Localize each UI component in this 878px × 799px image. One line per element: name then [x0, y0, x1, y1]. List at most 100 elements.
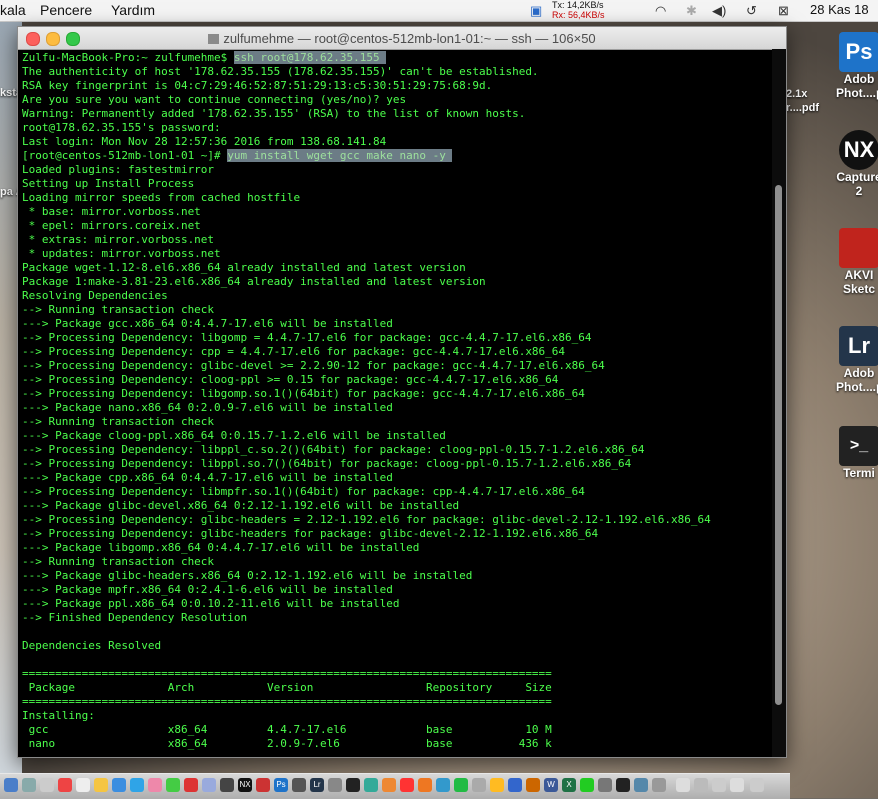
terminal-output[interactable]: Zulfu-MacBook-Pro:~ zulfumehme$ ssh root…: [22, 51, 772, 755]
terminal-line: ---> Package mpfr.x86_64 0:2.4.1-6.el6 w…: [22, 583, 772, 597]
contacts-icon[interactable]: [40, 778, 54, 792]
terminal-line: ---> Package glibc-devel.x86_64 0:2.12-1…: [22, 499, 772, 513]
app-icon-18[interactable]: [652, 778, 666, 792]
app-icon-12[interactable]: [490, 778, 504, 792]
terminal-line: Warning: Permanently added '178.62.35.15…: [22, 107, 772, 121]
terminal-text: Zulfu-MacBook-Pro:~ zulfumehme$: [22, 51, 234, 64]
terminal-line: ---> Package cpp.x86_64 0:4.4.7-17.el6 w…: [22, 471, 772, 485]
mail-icon[interactable]: [112, 778, 126, 792]
word-icon[interactable]: W: [544, 778, 558, 792]
selected-command-text: yum install wget gcc make nano -y: [227, 149, 453, 162]
stack-icon[interactable]: [712, 778, 726, 792]
terminal-line: Resolving Dependencies: [22, 289, 772, 303]
network-monitor-icon[interactable]: ▣: [530, 3, 542, 19]
app-icon-1[interactable]: [202, 778, 216, 792]
desktop-icon-label-2: 2: [855, 184, 863, 198]
scrollbar-thumb[interactable]: [775, 185, 782, 705]
reminders-icon[interactable]: [94, 778, 108, 792]
app-icon-16[interactable]: [598, 778, 612, 792]
opera-icon[interactable]: [400, 778, 414, 792]
net-rx: Rx: 56,4KB/s: [552, 10, 605, 20]
desktop-icon-photoshop-pdf[interactable]: Ps Adob Phot....pdf: [836, 32, 878, 100]
app-icon-11[interactable]: [472, 778, 486, 792]
desktop-icon-capture[interactable]: NX Capture 2: [836, 130, 878, 198]
terminal-text: --> Running transaction check: [22, 303, 215, 316]
terminal-line: --> Processing Dependency: glibc-headers…: [22, 513, 772, 527]
app-icon-6[interactable]: [346, 778, 360, 792]
terminal-line: Package wget-1.12-8.el6.x86_64 already i…: [22, 261, 772, 275]
terminal-text: root@178.62.35.155's password:: [22, 121, 221, 134]
app-icon-14[interactable]: [526, 778, 540, 792]
menu-item-app[interactable]: kala: [0, 2, 26, 18]
music-icon[interactable]: [184, 778, 198, 792]
terminal-text: * updates: mirror.vorboss.net: [22, 247, 221, 260]
desktop-icon-label: Adob: [843, 366, 875, 380]
terminal-line: Dependencies Resolved: [22, 639, 772, 653]
downloads-stack-icon[interactable]: [676, 778, 690, 792]
desktop-icon-label-2: Phot....pdf: [836, 86, 878, 100]
excel-icon[interactable]: X: [562, 778, 576, 792]
akvis-icon: [839, 228, 878, 268]
lightroom-dock-icon[interactable]: Lr: [310, 778, 324, 792]
desktop-icon-lightroom-pdf[interactable]: Lr Adob Phot....pdf: [836, 326, 878, 394]
desktop-file-label[interactable]: 2.1x r....pdf: [786, 87, 819, 115]
menu-item-help[interactable]: Yardım: [111, 2, 155, 18]
trash-icon[interactable]: [750, 778, 764, 792]
volume-icon[interactable]: ◀): [712, 3, 726, 19]
firefox-icon[interactable]: [418, 778, 432, 792]
terminal-text: ---> Package libgomp.x86_64 0:4.4.7-17.e…: [22, 541, 420, 554]
launchpad-icon[interactable]: [22, 778, 36, 792]
finder-icon[interactable]: [4, 778, 18, 792]
desktop-icon-label: Termi: [843, 466, 875, 480]
stack-icon-2[interactable]: [730, 778, 744, 792]
terminal-line: --> Processing Dependency: glibc-devel >…: [22, 359, 772, 373]
time-machine-icon[interactable]: ↺: [746, 3, 757, 19]
terminal-text: ---> Package cpp.x86_64 0:4.4.7-17.el6 w…: [22, 471, 393, 484]
home-folder-icon: [208, 34, 220, 44]
menu-item-window[interactable]: Pencere: [40, 2, 92, 18]
network-stats[interactable]: Tx: 14,2KB/s Rx: 56,4KB/s: [552, 0, 605, 20]
app-icon-8[interactable]: [382, 778, 396, 792]
app-icon-4[interactable]: [292, 778, 306, 792]
terminal-dock-icon[interactable]: [616, 778, 630, 792]
safari-icon[interactable]: [130, 778, 144, 792]
app-icon-5[interactable]: [328, 778, 342, 792]
app-icon-3[interactable]: [256, 778, 270, 792]
terminal-line: * base: mirror.vorboss.net: [22, 205, 772, 219]
app-icon-17[interactable]: [634, 778, 648, 792]
desktop-icon-terminal[interactable]: >_ Termi: [836, 426, 878, 480]
terminal-text: --> Processing Dependency: libppl_c.so.2…: [22, 443, 645, 456]
app-icon-15[interactable]: [580, 778, 594, 792]
terminal-line: --> Processing Dependency: cloog-ppl >= …: [22, 373, 772, 387]
app-icon-7[interactable]: [364, 778, 378, 792]
terminal-text: --> Processing Dependency: glibc-headers…: [22, 527, 599, 540]
app-icon-9[interactable]: [436, 778, 450, 792]
terminal-text: RSA key fingerprint is 04:c7:29:46:52:87…: [22, 79, 493, 92]
terminal-window[interactable]: zulfumehme — root@centos-512mb-lon1-01:~…: [17, 26, 787, 758]
window-titlebar[interactable]: zulfumehme — root@centos-512mb-lon1-01:~…: [18, 27, 786, 50]
desktop-icon-akvis-sketch[interactable]: AKVI Sketc: [836, 228, 878, 296]
notes-icon[interactable]: [76, 778, 90, 792]
documents-stack-icon[interactable]: [694, 778, 708, 792]
menubar-clock[interactable]: 28 Kas 18: [810, 2, 869, 17]
terminal-line: ========================================…: [22, 667, 772, 681]
terminal-text: ========================================…: [22, 695, 552, 708]
photos-icon[interactable]: [148, 778, 162, 792]
terminal-line: Package Arch Version Repository Size: [22, 681, 772, 695]
wifi-icon[interactable]: ◠: [655, 3, 666, 19]
app-icon-10[interactable]: [454, 778, 468, 792]
desktop-icon-label-2: Phot....pdf: [836, 380, 878, 394]
battery-icon[interactable]: ⊠: [778, 3, 789, 19]
photoshop-dock-icon[interactable]: Ps: [274, 778, 288, 792]
app-icon-2[interactable]: [220, 778, 234, 792]
app-icon-13[interactable]: [508, 778, 522, 792]
nx-dock-icon[interactable]: NX: [238, 778, 252, 792]
messages-icon[interactable]: [166, 778, 180, 792]
terminal-line: ---> Package glibc-headers.x86_64 0:2.12…: [22, 569, 772, 583]
calendar-icon[interactable]: [58, 778, 72, 792]
terminal-text: * extras: mirror.vorboss.net: [22, 233, 215, 246]
terminal-line: --> Processing Dependency: glibc-headers…: [22, 527, 772, 541]
terminal-line: --> Processing Dependency: libppl.so.7()…: [22, 457, 772, 471]
bluetooth-icon[interactable]: ✱: [686, 3, 697, 19]
